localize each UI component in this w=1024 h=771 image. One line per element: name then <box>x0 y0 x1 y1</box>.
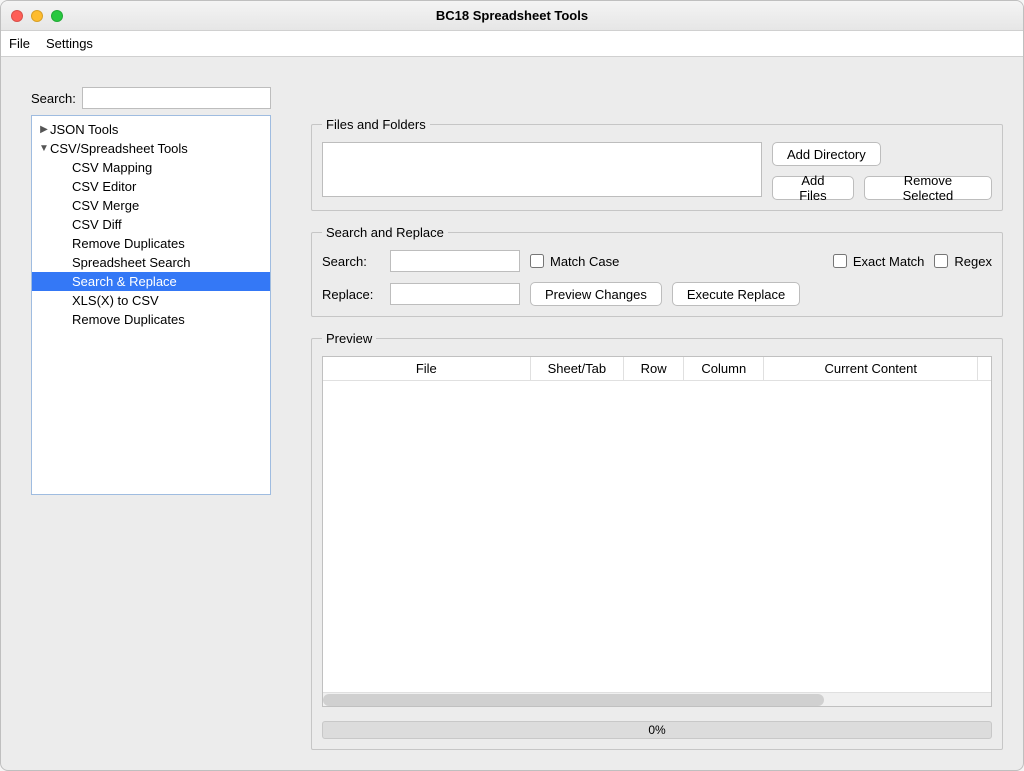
sr-replace-label: Replace: <box>322 287 380 302</box>
files-body: Add Directory Add Files Remove Selected <box>322 142 992 200</box>
tree-node-json-tools[interactable]: ▶ JSON Tools <box>32 120 270 139</box>
tree-item-csv-mapping[interactable]: CSV Mapping <box>32 158 270 177</box>
add-directory-button[interactable]: Add Directory <box>772 142 881 166</box>
col-current-content[interactable]: Current Content <box>764 357 978 381</box>
files-panel-legend: Files and Folders <box>322 117 430 132</box>
chevron-right-icon: ▶ <box>38 124 50 135</box>
col-column[interactable]: Column <box>684 357 764 381</box>
content: Search: ▶ JSON Tools ▼ CSV/Spreadsheet T… <box>1 57 1023 770</box>
titlebar: BC18 Spreadsheet Tools <box>1 1 1023 31</box>
tree-item-csv-diff[interactable]: CSV Diff <box>32 215 270 234</box>
window-controls <box>11 10 63 22</box>
regex-input[interactable] <box>934 254 948 268</box>
regex-checkbox[interactable]: Regex <box>934 254 992 269</box>
preview-table: File Sheet/Tab Row Column Current Conten… <box>322 356 992 707</box>
col-row[interactable]: Row <box>624 357 684 381</box>
add-files-button[interactable]: Add Files <box>772 176 854 200</box>
close-icon[interactable] <box>11 10 23 22</box>
files-list[interactable] <box>322 142 762 197</box>
match-case-checkbox[interactable]: Match Case <box>530 254 619 269</box>
match-case-input[interactable] <box>530 254 544 268</box>
sr-search-label: Search: <box>322 254 380 269</box>
preview-table-header: File Sheet/Tab Row Column Current Conten… <box>323 357 991 381</box>
app-window: BC18 Spreadsheet Tools File Settings Sea… <box>0 0 1024 771</box>
menu-file[interactable]: File <box>9 36 30 51</box>
menu-settings[interactable]: Settings <box>46 36 93 51</box>
tree-item-search-replace[interactable]: Search & Replace <box>32 272 270 291</box>
tree-label: CSV Mapping <box>72 160 152 175</box>
exact-match-label: Exact Match <box>853 254 925 269</box>
progress-bar: 0% <box>322 721 992 739</box>
exact-match-input[interactable] <box>833 254 847 268</box>
tree-item-csv-merge[interactable]: CSV Merge <box>32 196 270 215</box>
sidebar-search-input[interactable] <box>82 87 271 109</box>
tree-node-csv-tools[interactable]: ▼ CSV/Spreadsheet Tools <box>32 139 270 158</box>
left-pane: Search: ▶ JSON Tools ▼ CSV/Spreadsheet T… <box>31 87 271 750</box>
tree-label: CSV Diff <box>72 217 122 232</box>
chevron-down-icon: ▼ <box>38 143 50 154</box>
search-and-replace-panel: Search and Replace Search: Match Case Ex… <box>311 225 1003 317</box>
window-title: BC18 Spreadsheet Tools <box>1 8 1023 23</box>
sidebar-search-label: Search: <box>31 91 76 106</box>
tree-item-remove-duplicates-1[interactable]: Remove Duplicates <box>32 234 270 253</box>
preview-panel: Preview File Sheet/Tab Row Column <box>311 331 1003 750</box>
scrollbar-thumb[interactable] <box>323 694 824 706</box>
tree-label: CSV/Spreadsheet Tools <box>50 141 188 156</box>
tree-label: CSV Editor <box>72 179 136 194</box>
sr-replace-row: Replace: Preview Changes Execute Replace <box>322 282 992 306</box>
match-case-label: Match Case <box>550 254 619 269</box>
tree-item-xlsx-to-csv[interactable]: XLS(X) to CSV <box>32 291 270 310</box>
horizontal-scrollbar[interactable] <box>323 692 991 706</box>
tree-label: CSV Merge <box>72 198 139 213</box>
tree-item-remove-duplicates-2[interactable]: Remove Duplicates <box>32 310 270 329</box>
preview-changes-button[interactable]: Preview Changes <box>530 282 662 306</box>
sr-search-row: Search: Match Case Exact Match Regex <box>322 250 992 272</box>
preview-table-body[interactable] <box>323 381 991 692</box>
tree-item-csv-editor[interactable]: CSV Editor <box>32 177 270 196</box>
sr-panel-legend: Search and Replace <box>322 225 448 240</box>
sr-replace-input[interactable] <box>390 283 520 305</box>
zoom-icon[interactable] <box>51 10 63 22</box>
files-buttons: Add Directory Add Files Remove Selected <box>772 142 992 200</box>
remove-selected-button[interactable]: Remove Selected <box>864 176 992 200</box>
col-file[interactable]: File <box>323 357 530 381</box>
sr-search-input[interactable] <box>390 250 520 272</box>
table-header-row: File Sheet/Tab Row Column Current Conten… <box>323 357 991 381</box>
col-sheet-tab[interactable]: Sheet/Tab <box>530 357 624 381</box>
sidebar-search-row: Search: <box>31 87 271 109</box>
tree-label: XLS(X) to CSV <box>72 293 159 308</box>
minimize-icon[interactable] <box>31 10 43 22</box>
tree-label: Remove Duplicates <box>72 312 185 327</box>
tree-label: Spreadsheet Search <box>72 255 191 270</box>
tree-item-spreadsheet-search[interactable]: Spreadsheet Search <box>32 253 270 272</box>
exact-match-checkbox[interactable]: Exact Match <box>833 254 925 269</box>
files-and-folders-panel: Files and Folders Add Directory Add File… <box>311 117 1003 211</box>
regex-label: Regex <box>954 254 992 269</box>
menubar: File Settings <box>1 31 1023 57</box>
right-pane: Files and Folders Add Directory Add File… <box>311 117 1003 750</box>
preview-panel-legend: Preview <box>322 331 376 346</box>
tool-tree[interactable]: ▶ JSON Tools ▼ CSV/Spreadsheet Tools CSV… <box>31 115 271 495</box>
tree-label: Search & Replace <box>72 274 177 289</box>
tree-label: JSON Tools <box>50 122 118 137</box>
col-extra[interactable] <box>978 357 991 381</box>
tree-label: Remove Duplicates <box>72 236 185 251</box>
progress-text: 0% <box>648 723 665 737</box>
execute-replace-button[interactable]: Execute Replace <box>672 282 800 306</box>
